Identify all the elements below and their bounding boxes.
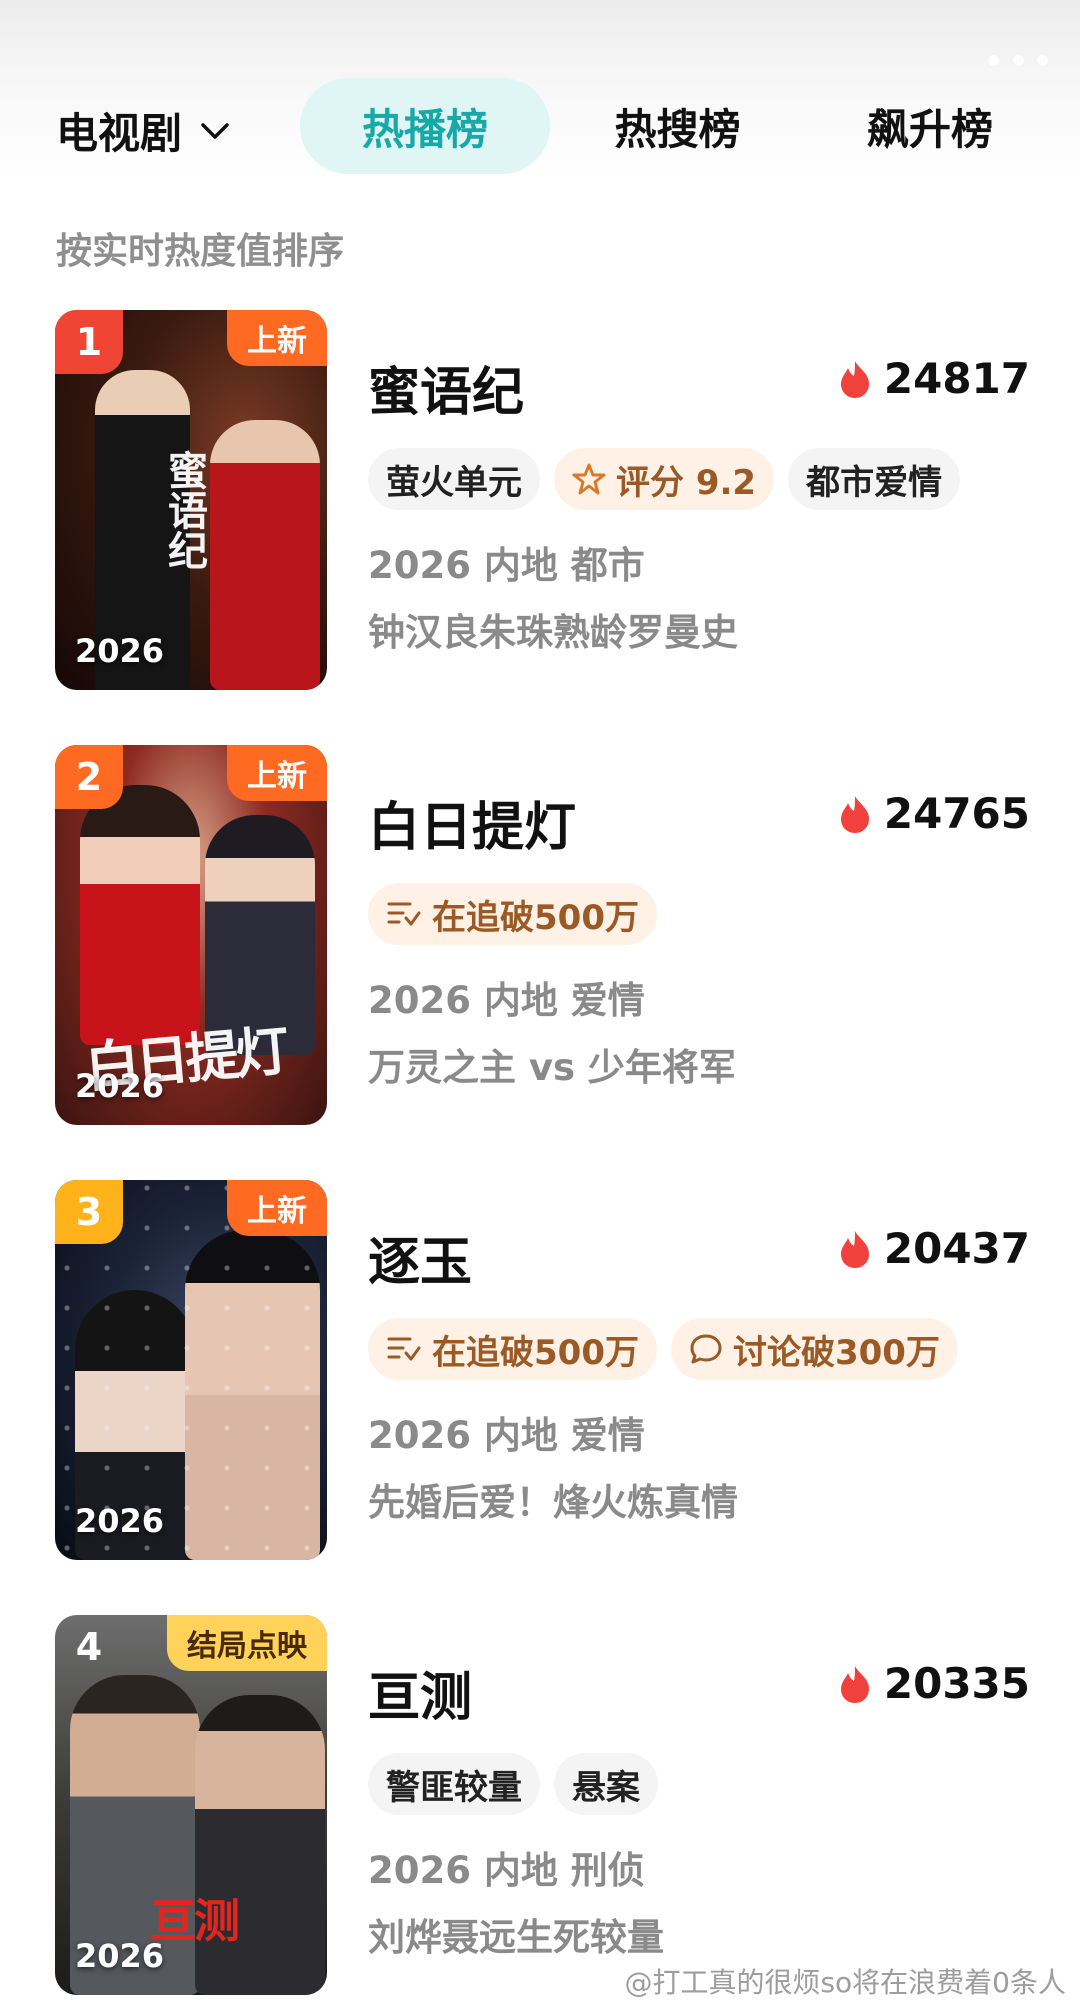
show-description: 万灵之主 vs 少年将军: [368, 1046, 736, 1089]
finale-badge: 结局点映: [167, 1615, 327, 1671]
tag-list: 在追破500万: [368, 883, 657, 945]
tag-label: 在追破500万: [432, 1332, 639, 1373]
show-meta: 2026 内地 爱情: [368, 979, 645, 1022]
tab-label: 飙升榜: [866, 104, 993, 154]
rank-badge: 3: [55, 1180, 123, 1244]
new-badge: 上新: [227, 745, 327, 801]
star-icon: [572, 463, 606, 495]
tag-watching[interactable]: 在追破500万: [368, 883, 657, 945]
show-description: 刘烨聂远生死较量: [368, 1916, 664, 1959]
tag-firefly-unit[interactable]: 萤火单元: [368, 448, 540, 510]
fire-icon: [840, 360, 869, 398]
rank-badge: 1: [55, 310, 123, 374]
fire-icon: [840, 795, 869, 833]
tab-label: 热播榜: [361, 104, 488, 154]
tab-rising[interactable]: 飙升榜: [830, 78, 1030, 174]
show-title[interactable]: 逐玉: [368, 1220, 472, 1295]
tag-list: 萤火单元 评分 9.2 都市爱情: [368, 448, 961, 510]
show-title[interactable]: 蜜语纪: [368, 350, 524, 425]
new-badge: 上新: [227, 310, 327, 366]
tag-label: 萤火单元: [386, 462, 522, 503]
new-badge: 上新: [227, 1180, 327, 1236]
poster-image[interactable]: 亘测 4 结局点映 2026: [55, 1615, 327, 1995]
show-meta: 2026 内地 刑侦: [368, 1849, 645, 1892]
tab-hot-play[interactable]: 热播榜: [300, 78, 550, 174]
poster-year: 2026: [75, 1937, 165, 1975]
tag-rating[interactable]: 评分 9.2: [554, 448, 775, 510]
fire-icon: [840, 1665, 869, 1703]
category-selector[interactable]: 电视剧: [56, 100, 230, 161]
show-title[interactable]: 亘测: [368, 1655, 472, 1730]
more-options-icon[interactable]: [988, 50, 1048, 70]
poster-year: 2026: [75, 1067, 165, 1105]
list-check-icon: [387, 902, 421, 926]
tag-label: 悬案: [572, 1767, 640, 1808]
tab-label: 热搜榜: [614, 104, 741, 154]
rank-badge: 2: [55, 745, 123, 809]
header-bar: 电视剧 热播榜 热搜榜 飙升榜: [0, 78, 1080, 178]
category-label: 电视剧: [56, 109, 183, 158]
rank-number: 2: [75, 755, 103, 799]
show-description: 先婚后爱！烽火炼真情: [368, 1481, 738, 1524]
ranking-item[interactable]: 3 上新 2026 逐玉 20437 在追破500万 讨论破300万 2026 …: [0, 1180, 1080, 1560]
tab-hot-search[interactable]: 热搜榜: [575, 78, 780, 174]
heat-value: 20335: [883, 1659, 1030, 1708]
tag-genre[interactable]: 悬案: [554, 1753, 658, 1815]
heat-score: 20335: [838, 1659, 1030, 1708]
heat-score: 24765: [838, 789, 1030, 838]
rank-badge: 4: [55, 1615, 123, 1679]
rank-number: 1: [75, 320, 103, 364]
ranking-item[interactable]: 亘测 4 结局点映 2026 亘测 20335 警匪较量 悬案 2026 内地 …: [0, 1615, 1080, 1995]
tag-label: 评分 9.2: [616, 462, 757, 503]
tag-label: 在追破500万: [432, 897, 639, 938]
heat-value: 24765: [883, 789, 1030, 838]
ranking-item[interactable]: 白日提灯 2 上新 2026 白日提灯 24765 在追破500万 2026 内…: [0, 745, 1080, 1125]
tag-list: 在追破500万 讨论破300万: [368, 1318, 958, 1380]
tag-label: 警匪较量: [386, 1767, 522, 1808]
tag-discussion[interactable]: 讨论破300万: [670, 1318, 958, 1380]
ranking-item[interactable]: 蜜语纪 1 上新 2026 蜜语纪 24817 萤火单元 评分 9.2 都市爱情…: [0, 310, 1080, 690]
chevron-down-icon: [201, 122, 229, 139]
poster-image[interactable]: 白日提灯 2 上新 2026: [55, 745, 327, 1125]
rank-number: 4: [75, 1625, 103, 1669]
show-title[interactable]: 白日提灯: [368, 785, 576, 860]
tag-list: 警匪较量 悬案: [368, 1753, 658, 1815]
poster-year: 2026: [75, 1502, 165, 1540]
tag-genre[interactable]: 都市爱情: [788, 448, 961, 510]
show-meta: 2026 内地 都市: [368, 544, 645, 587]
tag-watching[interactable]: 在追破500万: [368, 1318, 657, 1380]
poster-image[interactable]: 蜜语纪 1 上新 2026: [55, 310, 327, 690]
rank-number: 3: [75, 1190, 103, 1234]
heat-score: 24817: [838, 354, 1030, 403]
fire-icon: [840, 1230, 869, 1268]
poster-year: 2026: [75, 632, 165, 670]
heat-value: 20437: [883, 1224, 1030, 1273]
poster-image[interactable]: 3 上新 2026: [55, 1180, 327, 1560]
tag-label: 讨论破300万: [732, 1332, 940, 1373]
tag-genre[interactable]: 警匪较量: [368, 1753, 540, 1815]
list-check-icon: [387, 1337, 421, 1361]
sort-description: 按实时热度值排序: [56, 231, 345, 272]
show-meta: 2026 内地 爱情: [368, 1414, 645, 1457]
chat-bubble-icon: [690, 1334, 722, 1364]
show-description: 钟汉良朱珠熟龄罗曼史: [368, 611, 738, 654]
heat-value: 24817: [883, 354, 1030, 403]
watermark: @打工真的很烦so将在浪费着0条人: [624, 1966, 1066, 1999]
heat-score: 20437: [838, 1224, 1030, 1273]
poster-art-text: 蜜语纪: [161, 450, 208, 570]
tag-label: 都市爱情: [806, 462, 943, 503]
